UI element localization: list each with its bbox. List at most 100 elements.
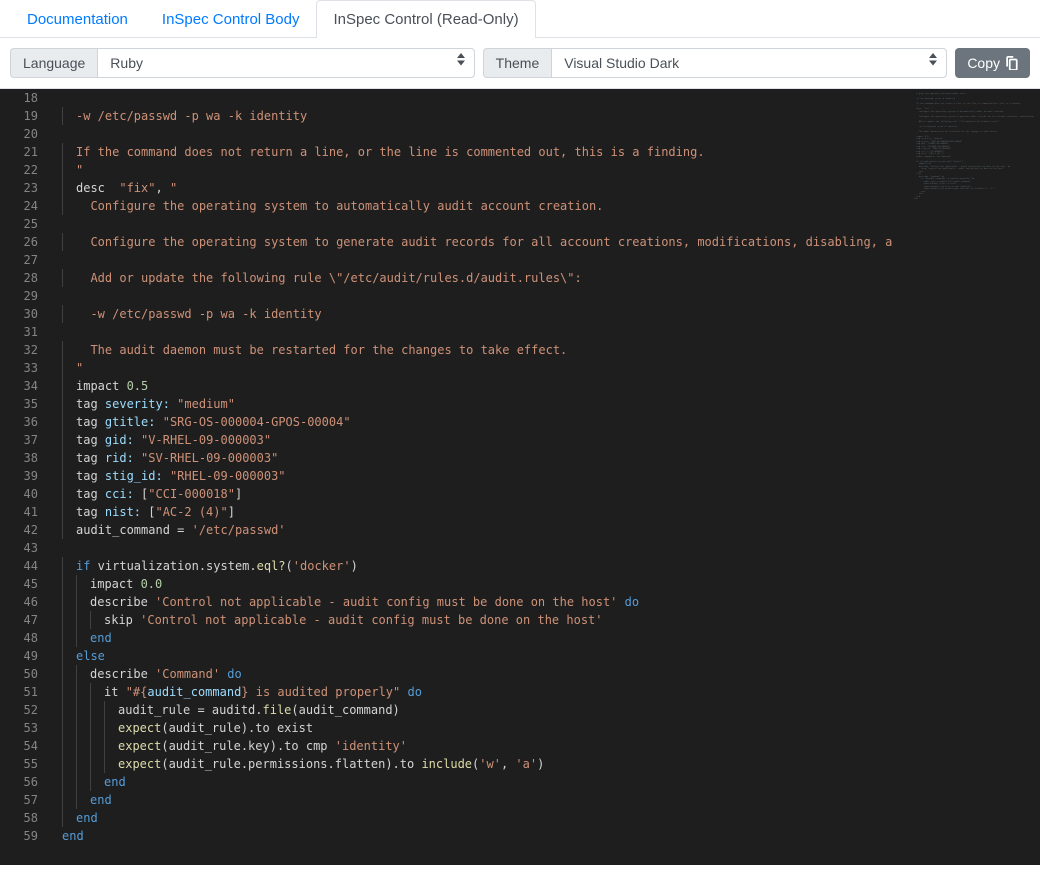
code-line: describe 'Control not applicable - audit…	[62, 593, 1036, 611]
code-line: else	[62, 647, 1036, 665]
code-line: desc "fix", "	[62, 179, 1036, 197]
code-line	[62, 89, 1036, 107]
line-number: 27	[4, 251, 38, 269]
code-line: tag rid: "SV-RHEL-09-000003"	[62, 449, 1036, 467]
line-number: 42	[4, 521, 38, 539]
code-line	[62, 251, 1036, 269]
code-line: Configure the operating system to genera…	[62, 233, 1036, 251]
code-line: "	[62, 161, 1036, 179]
code-line: "	[62, 359, 1036, 377]
language-label: Language	[10, 48, 97, 78]
line-number: 34	[4, 377, 38, 395]
line-number: 47	[4, 611, 38, 629]
line-number: 36	[4, 413, 38, 431]
code-line: -w /etc/passwd -p wa -k identity	[62, 107, 1036, 125]
code-line: Configure the operating system to automa…	[62, 197, 1036, 215]
code-line: tag gid: "V-RHEL-09-000003"	[62, 431, 1036, 449]
code-line: skip 'Control not applicable - audit con…	[62, 611, 1036, 629]
code-line: impact 0.5	[62, 377, 1036, 395]
line-number: 40	[4, 485, 38, 503]
code-editor: 1718192021222324252627282930313233343536…	[0, 89, 1040, 865]
code-line	[62, 125, 1036, 143]
line-number: 19	[4, 107, 38, 125]
code-line: end	[62, 791, 1036, 809]
line-number: 32	[4, 341, 38, 359]
theme-label: Theme	[483, 48, 552, 78]
line-number: 23	[4, 179, 38, 197]
line-number: 56	[4, 773, 38, 791]
line-number: 54	[4, 737, 38, 755]
line-number: 25	[4, 215, 38, 233]
line-number: 35	[4, 395, 38, 413]
line-number: 49	[4, 647, 38, 665]
line-number: 39	[4, 467, 38, 485]
line-number: 20	[4, 125, 38, 143]
line-number: 51	[4, 683, 38, 701]
theme-select[interactable]: Visual Studio Dark	[551, 48, 947, 78]
code-line: audit_command = '/etc/passwd'	[62, 521, 1036, 539]
code-line: end	[62, 827, 1036, 845]
code-line: expect(audit_rule.key).to cmp 'identity'	[62, 737, 1036, 755]
line-number-gutter: 1718192021222324252627282930313233343536…	[4, 89, 54, 861]
code-line	[62, 323, 1036, 341]
line-number: 33	[4, 359, 38, 377]
code-line: impact 0.0	[62, 575, 1036, 593]
line-number: 52	[4, 701, 38, 719]
code-line: tag cci: ["CCI-000018"]	[62, 485, 1036, 503]
copy-label: Copy	[967, 55, 1000, 71]
line-number: 53	[4, 719, 38, 737]
line-number: 21	[4, 143, 38, 161]
line-number: 57	[4, 791, 38, 809]
line-number: 24	[4, 197, 38, 215]
line-number: 58	[4, 809, 38, 827]
code-line: -w /etc/passwd -p wa -k identity	[62, 305, 1036, 323]
line-number: 29	[4, 287, 38, 305]
code-line: tag nist: ["AC-2 (4)"]	[62, 503, 1036, 521]
tab-control-body[interactable]: InSpec Control Body	[145, 0, 317, 38]
toolbar: Language Ruby Theme Visual Studio Dark C…	[0, 38, 1040, 89]
line-number: 38	[4, 449, 38, 467]
code-line: expect(audit_rule).to exist	[62, 719, 1036, 737]
minimap[interactable]: # grep /etc/passwd /etc/audit/audit.rule…	[914, 93, 1034, 313]
line-number: 28	[4, 269, 38, 287]
line-number: 30	[4, 305, 38, 323]
line-number: 22	[4, 161, 38, 179]
code-line: end	[62, 629, 1036, 647]
clipboard-icon	[1005, 56, 1018, 70]
code-line: Add or update the following rule \"/etc/…	[62, 269, 1036, 287]
code-line	[62, 287, 1036, 305]
code-line	[62, 539, 1036, 557]
code-line: expect(audit_rule.permissions.flatten).t…	[62, 755, 1036, 773]
tab-control-readonly[interactable]: InSpec Control (Read-Only)	[316, 0, 535, 38]
code-content[interactable]: # grep /etc/passwd /etc/audit/audit.rule…	[54, 89, 1036, 861]
code-line: If the command does not return a line, o…	[62, 143, 1036, 161]
line-number: 48	[4, 629, 38, 647]
code-line: it "#{audit_command} is audited properly…	[62, 683, 1036, 701]
line-number: 50	[4, 665, 38, 683]
code-line: if virtualization.system.eql?('docker')	[62, 557, 1036, 575]
line-number: 45	[4, 575, 38, 593]
line-number: 44	[4, 557, 38, 575]
line-number: 31	[4, 323, 38, 341]
line-number: 26	[4, 233, 38, 251]
code-line: end	[62, 773, 1036, 791]
code-line: tag gtitle: "SRG-OS-000004-GPOS-00004"	[62, 413, 1036, 431]
line-number: 43	[4, 539, 38, 557]
code-line: audit_rule = auditd.file(audit_command)	[62, 701, 1036, 719]
code-line: tag severity: "medium"	[62, 395, 1036, 413]
line-number: 18	[4, 89, 38, 107]
language-select[interactable]: Ruby	[97, 48, 474, 78]
tab-documentation[interactable]: Documentation	[10, 0, 145, 38]
line-number: 46	[4, 593, 38, 611]
line-number: 59	[4, 827, 38, 845]
tabs: Documentation InSpec Control Body InSpec…	[0, 0, 1040, 38]
code-line	[62, 215, 1036, 233]
code-line: The audit daemon must be restarted for t…	[62, 341, 1036, 359]
code-line: describe 'Command' do	[62, 665, 1036, 683]
line-number: 37	[4, 431, 38, 449]
line-number: 41	[4, 503, 38, 521]
line-number: 55	[4, 755, 38, 773]
copy-button[interactable]: Copy	[955, 48, 1030, 78]
code-line: end	[62, 809, 1036, 827]
code-line: tag stig_id: "RHEL-09-000003"	[62, 467, 1036, 485]
